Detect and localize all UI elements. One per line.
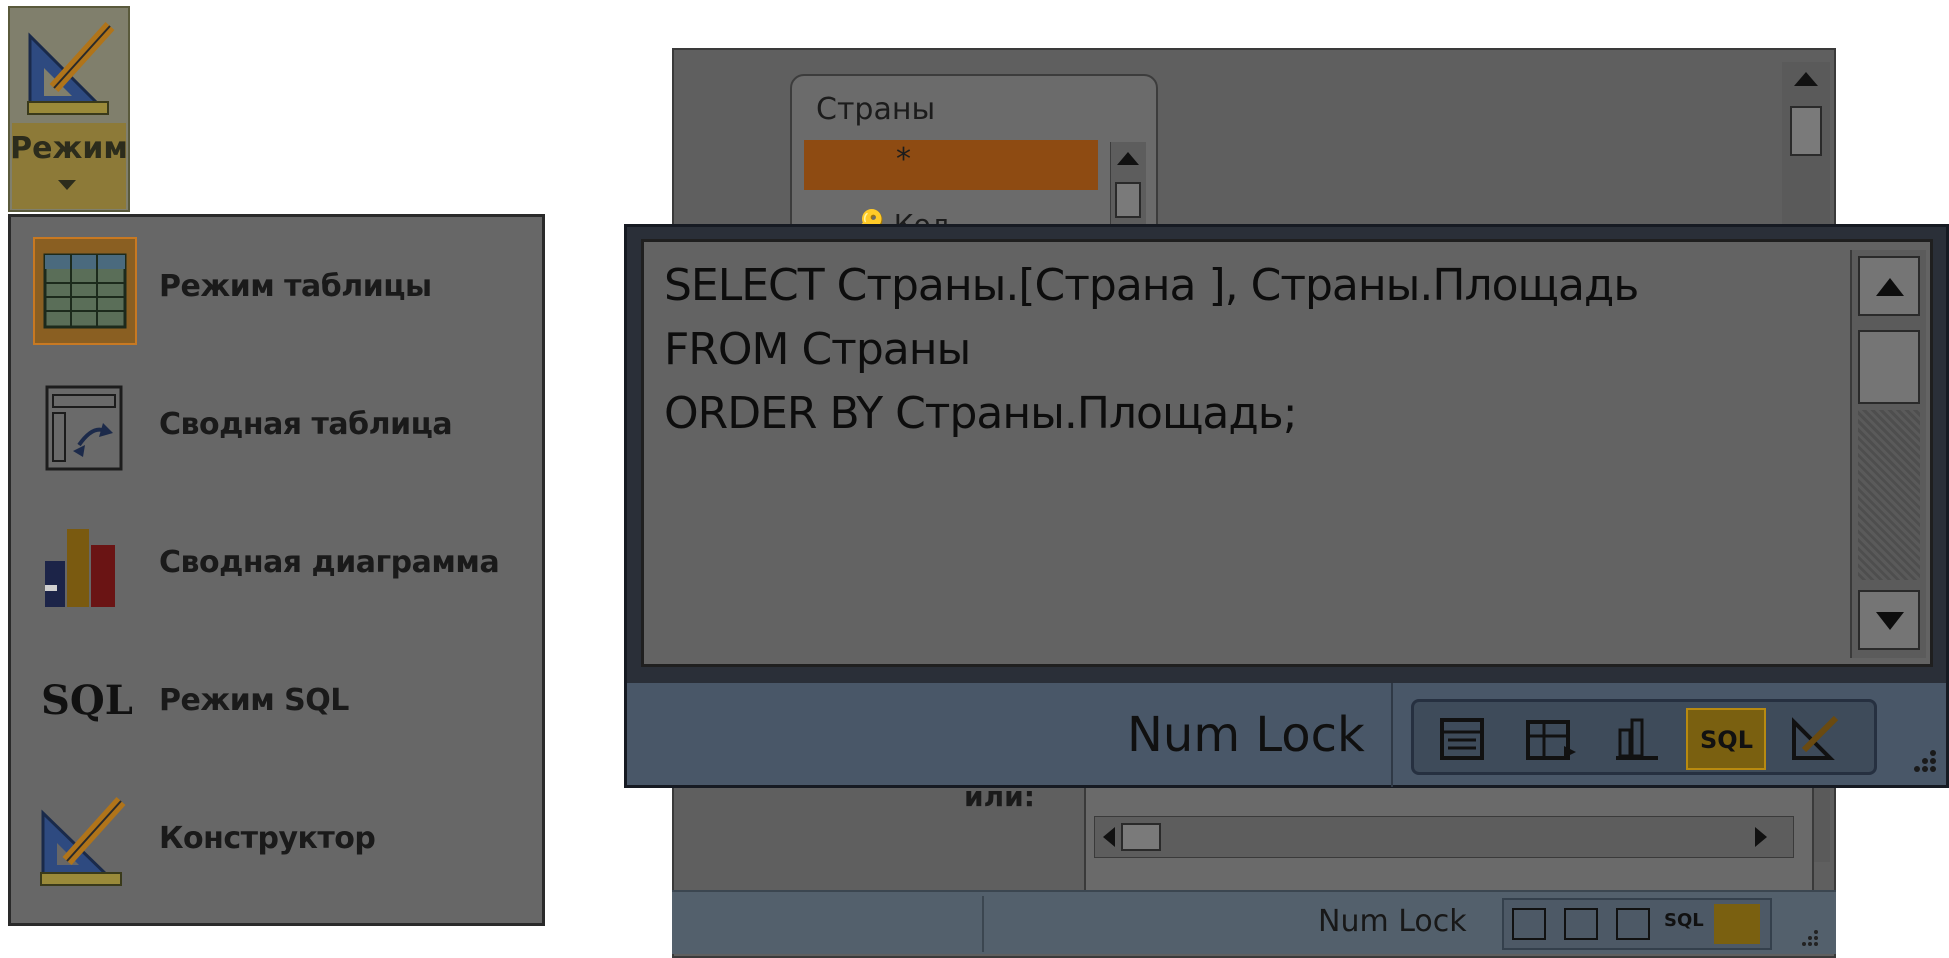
- sql-editor[interactable]: SELECT Страны.[Страна ], Страны.Площадь …: [641, 239, 1933, 667]
- sql-view-icon: SQL: [1700, 726, 1753, 754]
- scroll-right-icon[interactable]: [1755, 827, 1767, 847]
- field-all[interactable]: *: [896, 142, 911, 177]
- numlock-indicator: Num Lock: [1127, 707, 1365, 763]
- view-switcher-small: SQL: [1502, 898, 1772, 950]
- resize-grip-icon[interactable]: [1790, 922, 1820, 948]
- designer-horizontal-scrollbar[interactable]: [1094, 816, 1794, 858]
- status-divider: [1391, 683, 1393, 787]
- design-view-icon[interactable]: [1714, 904, 1760, 944]
- scroll-thumb[interactable]: [1790, 106, 1822, 156]
- menu-item-label: Режим таблицы: [159, 269, 432, 304]
- menu-item-pivot-chart[interactable]: Сводная диаграмма: [21, 503, 531, 627]
- scroll-up-icon[interactable]: [1794, 72, 1818, 86]
- selected-field-row[interactable]: [804, 140, 1098, 190]
- chevron-down-icon: [58, 180, 76, 190]
- sql-line: SELECT Страны.[Страна ], Страны.Площадь: [664, 260, 1639, 311]
- mode-ribbon-button[interactable]: Режим: [8, 6, 130, 212]
- sql-line: FROM Страны: [664, 324, 971, 375]
- design-view-icon: [1792, 715, 1839, 760]
- view-mode-menu: Режим таблицы Сводная таблица Сводная ди…: [8, 214, 545, 926]
- menu-item-design[interactable]: Конструктор: [21, 779, 531, 903]
- menu-item-label: Режим SQL: [159, 683, 349, 718]
- menu-item-label: Сводная диаграмма: [159, 545, 500, 580]
- status-bar-large: Num Lock SQL: [627, 681, 1946, 787]
- pivot-table-icon: [1526, 720, 1576, 760]
- design-view-icon: [40, 796, 126, 886]
- menu-item-pivot-table[interactable]: Сводная таблица: [21, 365, 531, 489]
- status-pivot-chart-button[interactable]: [1598, 708, 1678, 770]
- datasheet-view-icon[interactable]: [1512, 908, 1546, 940]
- datasheet-view-icon: [1440, 718, 1484, 760]
- status-datasheet-button[interactable]: [1422, 708, 1502, 770]
- scroll-up-button[interactable]: [1858, 256, 1920, 316]
- status-bar-small: Num Lock SQL: [672, 890, 1836, 954]
- status-design-button[interactable]: [1774, 708, 1854, 770]
- status-divider: [982, 896, 984, 952]
- sql-view-panel: SELECT Страны.[Страна ], Страны.Площадь …: [624, 224, 1949, 788]
- scroll-thumb[interactable]: [1115, 182, 1141, 218]
- status-pivot-table-button[interactable]: [1510, 708, 1590, 770]
- table-title: Страны: [816, 92, 936, 127]
- menu-item-sql[interactable]: SQL Режим SQL: [21, 641, 531, 765]
- sql-vertical-scrollbar[interactable]: [1850, 250, 1926, 658]
- scroll-left-icon[interactable]: [1103, 827, 1115, 847]
- status-sql-button[interactable]: SQL: [1686, 708, 1766, 770]
- pivot-chart-icon[interactable]: [1616, 908, 1650, 940]
- mode-button-label: Режим: [10, 131, 128, 166]
- scroll-thumb[interactable]: [1121, 823, 1161, 851]
- scroll-thumb[interactable]: [1858, 330, 1920, 404]
- scroll-down-button[interactable]: [1858, 590, 1920, 650]
- view-switcher: SQL: [1411, 699, 1877, 775]
- pivot-table-icon: [45, 385, 123, 471]
- sql-view-icon: SQL: [41, 677, 133, 724]
- menu-item-label: Сводная таблица: [159, 407, 453, 442]
- sql-line: ORDER BY Страны.Площадь;: [664, 388, 1298, 439]
- menu-item-label: Конструктор: [159, 821, 376, 856]
- chevron-down-icon: [1876, 612, 1904, 630]
- design-view-icon: [27, 21, 115, 115]
- pivot-chart-icon: [1616, 718, 1658, 760]
- scroll-up-icon: [1876, 278, 1904, 296]
- pivot-table-icon[interactable]: [1564, 908, 1598, 940]
- resize-grip-icon[interactable]: [1907, 743, 1937, 773]
- datasheet-view-icon: [33, 237, 137, 345]
- numlock-indicator: Num Lock: [1318, 904, 1467, 939]
- sql-view-icon[interactable]: SQL: [1664, 910, 1704, 931]
- menu-item-datasheet[interactable]: Режим таблицы: [21, 227, 531, 351]
- scroll-up-icon[interactable]: [1117, 152, 1139, 165]
- pivot-chart-icon: [45, 529, 115, 607]
- scroll-track[interactable]: [1858, 410, 1920, 580]
